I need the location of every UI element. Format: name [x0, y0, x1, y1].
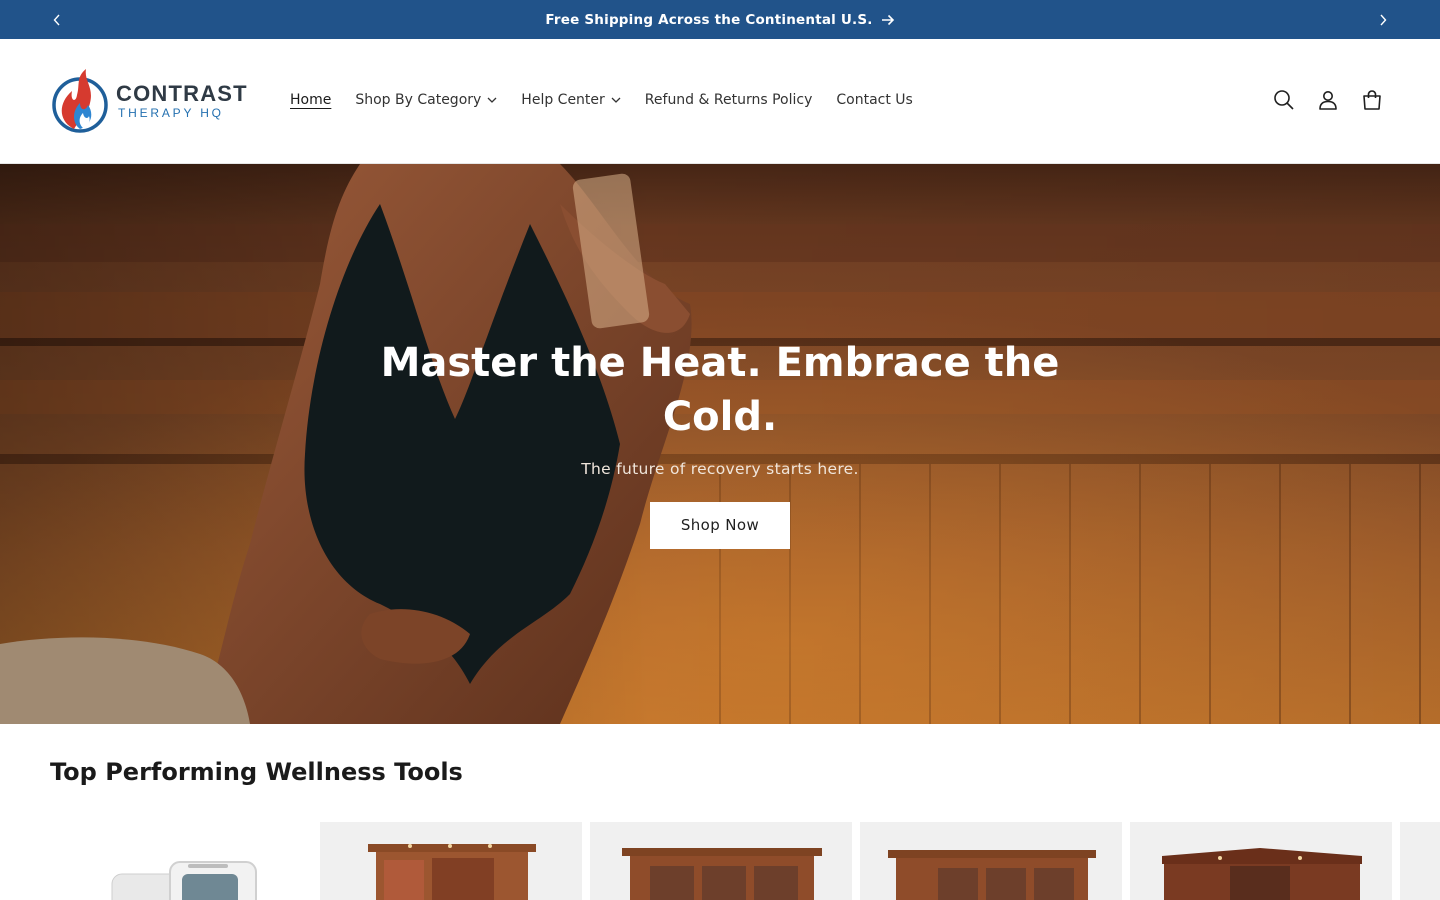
- account-button[interactable]: [1306, 78, 1350, 122]
- nav-item-home[interactable]: Home: [278, 82, 343, 118]
- announcement-text: Free Shipping Across the Continental U.S…: [545, 11, 873, 28]
- chevron-down-icon: [611, 97, 621, 103]
- cart-icon: [1363, 90, 1381, 110]
- site-logo[interactable]: CONTRAST THERAPY HQ: [50, 65, 250, 137]
- search-icon: [1274, 90, 1294, 110]
- section-title: Top Performing Wellness Tools: [50, 758, 463, 786]
- product-card[interactable]: [1130, 822, 1392, 900]
- product-card[interactable]: [590, 822, 852, 900]
- chevron-down-icon: [487, 97, 497, 103]
- account-icon: [1319, 91, 1337, 110]
- product-image: [368, 844, 536, 900]
- header-icons: [1262, 78, 1394, 122]
- nav-item-label: Home: [290, 92, 332, 108]
- shop-now-button[interactable]: Shop Now: [650, 502, 790, 549]
- product-image: [888, 850, 1096, 900]
- product-image: [1162, 848, 1362, 900]
- product-carousel: [50, 822, 1440, 900]
- search-button[interactable]: [1262, 78, 1306, 122]
- product-image: [111, 861, 257, 900]
- nav-item-shop-by-category[interactable]: Shop By Category: [343, 82, 509, 118]
- announcement-link[interactable]: Free Shipping Across the Continental U.S…: [0, 0, 1440, 39]
- cart-button[interactable]: [1350, 78, 1394, 122]
- hero-subtitle: The future of recovery starts here.: [581, 460, 859, 478]
- arrow-right-icon: [881, 14, 894, 25]
- nav-item-label: Shop By Category: [355, 92, 482, 108]
- hero-banner: Master the Heat. Embrace the Cold. The f…: [0, 164, 1440, 724]
- nav-item-help-center[interactable]: Help Center: [509, 82, 633, 118]
- nav-item-label: Refund & Returns Policy: [644, 92, 813, 108]
- nav-item-refund-returns[interactable]: Refund & Returns Policy: [633, 82, 825, 118]
- site-header: CONTRAST THERAPY HQ Home Shop By Categor…: [0, 39, 1440, 164]
- product-card[interactable]: [320, 822, 582, 900]
- logo-tagline: THERAPY HQ: [118, 106, 224, 120]
- product-card[interactable]: [860, 822, 1122, 900]
- chevron-right-icon: [1380, 14, 1387, 25]
- announcement-next-button[interactable]: [1368, 0, 1398, 39]
- product-card[interactable]: [1400, 822, 1440, 900]
- flame-water-logo-icon: [52, 69, 108, 133]
- nav-item-contact-us[interactable]: Contact Us: [824, 82, 924, 118]
- product-card[interactable]: [50, 822, 312, 900]
- logo-wordmark: CONTRAST: [116, 81, 248, 106]
- nav-item-label: Help Center: [521, 92, 605, 108]
- hero-title: Master the Heat. Embrace the Cold.: [380, 340, 1060, 440]
- nav-item-label: Contact Us: [836, 92, 913, 108]
- product-image: [622, 848, 822, 900]
- main-nav: Home Shop By Category Help Center Refund…: [278, 82, 925, 118]
- hero-content: Master the Heat. Embrace the Cold. The f…: [370, 336, 1070, 549]
- announcement-bar: Free Shipping Across the Continental U.S…: [0, 0, 1440, 39]
